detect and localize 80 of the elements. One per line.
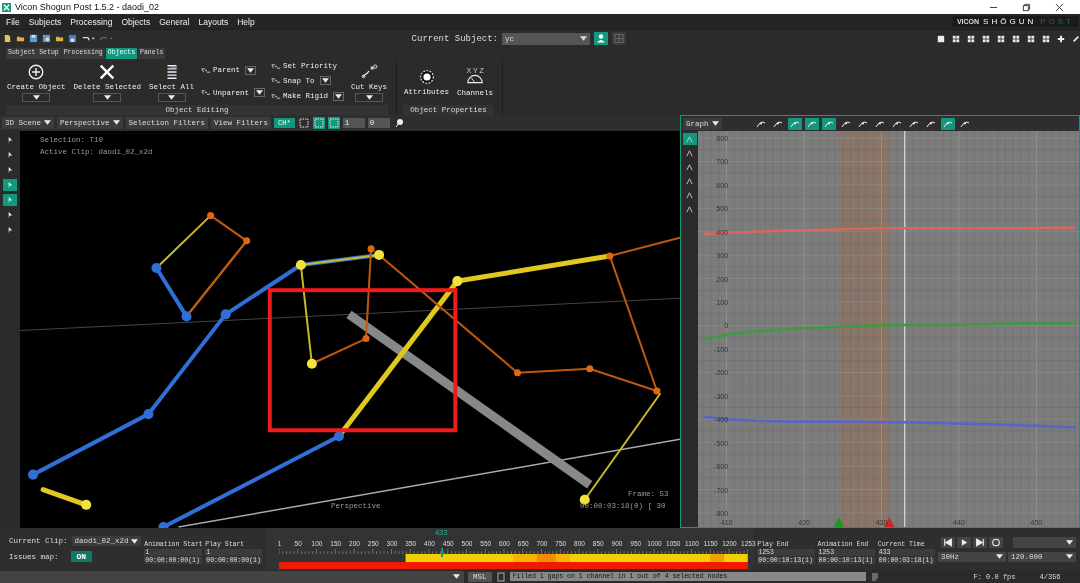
dropdown-button[interactable] [355,93,384,102]
caret-icon [580,36,587,41]
playhead[interactable] [441,548,444,557]
layout-icon[interactable] [997,34,1005,43]
current-subject-label: Current Subject: [411,33,498,44]
caret-icon [453,574,460,579]
caret-icon [335,93,343,99]
caret-icon [112,120,120,125]
dropdown-button[interactable] [333,91,345,101]
caret-icon [168,95,176,100]
tool-button[interactable] [682,133,697,145]
play-icon[interactable] [956,536,971,548]
delete-icon [98,63,117,81]
dropdown-button[interactable] [93,93,122,102]
caret-icon [995,554,1003,559]
layout-icon[interactable] [1012,34,1020,43]
pencil-icon[interactable] [1072,34,1080,43]
link-icon [201,66,212,74]
add-icon [27,63,46,81]
caret-icon [247,67,255,73]
close-icon[interactable] [1055,2,1064,12]
dropdown-button[interactable] [319,76,331,86]
menu-item[interactable]: General [159,16,190,27]
menu-item[interactable]: Layouts [198,16,229,27]
layout-icon[interactable] [1042,34,1050,43]
dropdown-button[interactable] [245,65,257,75]
menu-item[interactable]: Subjects [28,16,62,27]
curve-tool-icon[interactable] [821,117,836,130]
caret-icon [131,538,139,544]
layout-icon[interactable] [982,34,990,43]
curve-tool-icon[interactable] [787,117,802,130]
loop-icon[interactable] [988,536,1003,548]
link-icon [271,92,282,100]
menu-item[interactable]: Processing [70,16,113,27]
caret-icon [32,95,40,100]
skip-forward-icon[interactable] [972,536,987,548]
layout-icon[interactable] [937,34,945,43]
layout-icon[interactable] [967,34,975,43]
caret-icon [256,90,264,96]
undo-icon[interactable] [81,34,95,43]
menu-item[interactable]: Objects [121,16,151,27]
grid-icon[interactable] [327,117,340,129]
caret-icon [365,95,373,100]
restore-icon[interactable] [1022,2,1031,12]
new-file-icon[interactable] [3,34,12,43]
document-icon[interactable] [495,571,506,582]
menu-item[interactable]: File [6,16,20,27]
link-icon [201,89,212,97]
save-icon[interactable] [29,34,38,43]
skip-back-icon[interactable] [940,536,955,548]
caret-icon [711,120,719,126]
caret-icon [1065,554,1073,559]
dropdown-button[interactable] [22,93,51,102]
layout-icon[interactable] [1027,34,1035,43]
curve-tool-icon[interactable] [804,117,819,130]
window-title: Vicon Shogun Post 1.5.2 - daodi_02 [15,2,159,12]
caret-icon [103,95,111,100]
curve-tool-icon[interactable] [940,117,955,130]
cut-keys-icon [360,63,379,81]
layout-icon[interactable] [952,34,960,43]
grid-icon[interactable] [312,117,325,129]
menu-dropdown[interactable] [1012,536,1076,548]
dropdown-button[interactable] [157,93,186,102]
save-icon[interactable] [68,34,77,43]
document-icon[interactable] [869,571,880,582]
save-as-icon[interactable] [42,34,51,43]
dropdown-button[interactable] [254,88,266,98]
caret-icon [1065,539,1073,545]
caret-icon [321,78,329,84]
folder-icon[interactable] [55,34,64,43]
link-icon [271,62,282,70]
grid-icon[interactable] [297,117,310,129]
caret-icon [44,120,51,125]
link-icon [271,77,282,85]
open-icon[interactable] [16,34,25,43]
menu-item[interactable]: Help [237,16,255,27]
plus-icon[interactable] [1057,34,1065,43]
gear-icon [417,68,436,86]
issues-toggle[interactable]: ON [70,551,93,562]
person-icon[interactable] [594,32,608,45]
